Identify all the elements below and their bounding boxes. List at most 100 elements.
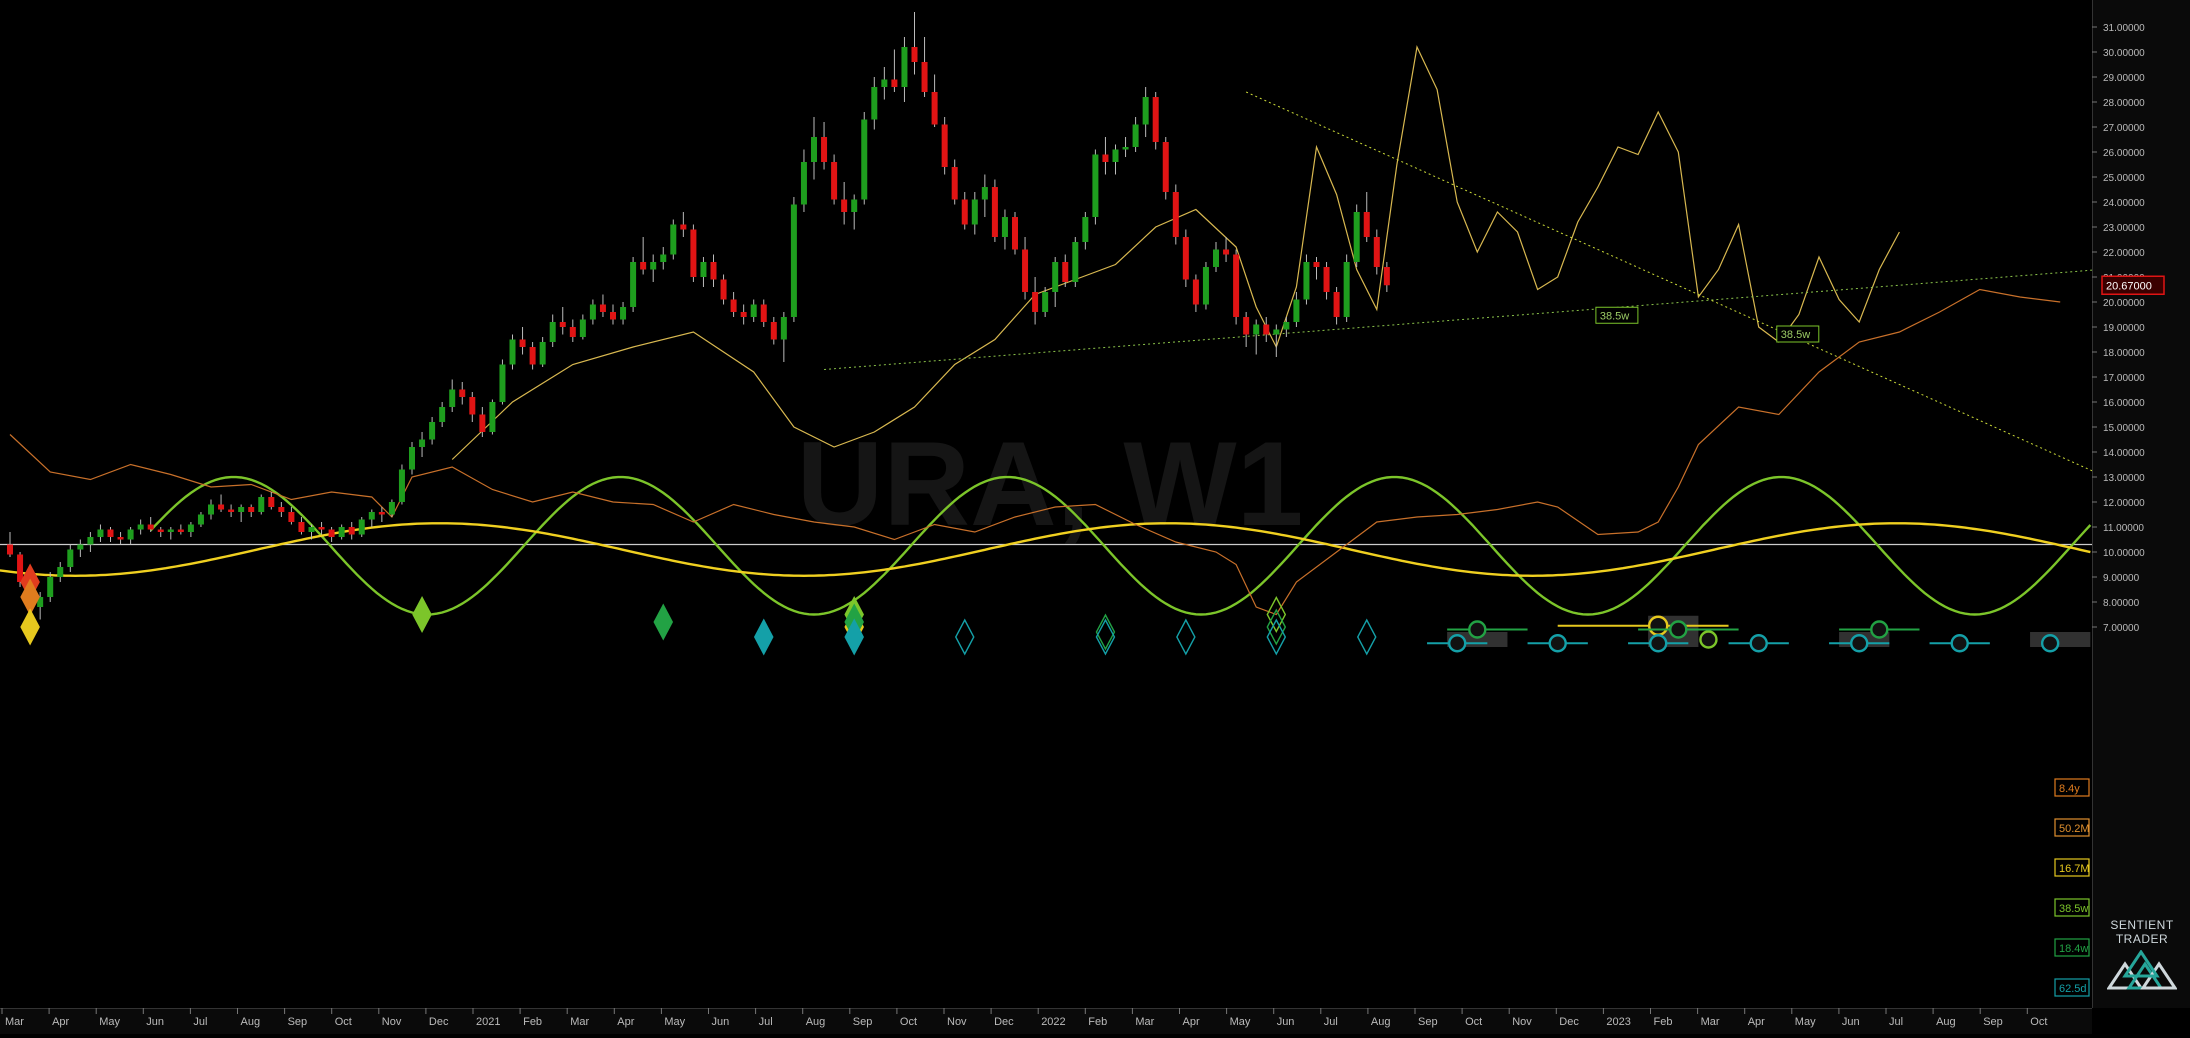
trough-marker	[1548, 634, 1567, 653]
candle-body	[1052, 262, 1059, 292]
candle-body	[298, 522, 305, 532]
candle-body	[610, 312, 616, 320]
logo-mark-icon	[2106, 949, 2178, 990]
cycle-trough-diamond	[20, 608, 40, 646]
candle-body	[700, 262, 707, 277]
candle-body	[1373, 237, 1380, 267]
candle-body	[901, 47, 908, 87]
candle-body	[1313, 262, 1320, 267]
candle-body	[1363, 212, 1370, 237]
candle-body	[1132, 124, 1139, 147]
candle-body	[811, 137, 817, 162]
candle-body	[97, 529, 104, 537]
candle-body	[47, 577, 54, 597]
candle-body	[1172, 192, 1179, 237]
candle-body	[268, 497, 275, 507]
cycle-trough-diamond	[1176, 618, 1196, 656]
cycle-trough-diamond	[753, 618, 774, 656]
trendline-0	[824, 269, 2101, 370]
trough-marker	[1950, 634, 1969, 653]
candle-body	[147, 524, 154, 530]
candle-body	[459, 389, 466, 397]
candle-body	[409, 447, 415, 470]
candle-body	[991, 187, 998, 237]
candle-body	[660, 254, 667, 262]
candle-body	[7, 544, 13, 555]
candle-body	[670, 224, 677, 255]
candle-body	[177, 529, 184, 532]
candle-body	[1001, 217, 1008, 237]
time-axis[interactable]	[0, 1008, 2092, 1034]
candle-body	[1343, 262, 1350, 317]
candle-body	[218, 504, 225, 510]
candle-body	[238, 507, 245, 512]
candle-body	[17, 554, 24, 582]
candle-body	[831, 162, 838, 200]
candle-body	[348, 527, 355, 535]
price-axis[interactable]	[2092, 0, 2190, 1008]
trough-marker	[1849, 634, 1869, 653]
candle-body	[770, 322, 777, 340]
candle-body	[1192, 279, 1199, 305]
candle-body	[1042, 292, 1049, 312]
trough-marker	[1648, 634, 1668, 653]
candle-body	[780, 317, 787, 340]
trough-marker	[1468, 620, 1487, 639]
candle-body	[650, 262, 657, 270]
candle-body	[1243, 317, 1250, 335]
candle-body	[208, 504, 214, 515]
cycle-trough-diamond	[412, 596, 432, 633]
candle-body	[589, 304, 596, 320]
candle-body	[1333, 292, 1340, 317]
candle-body	[439, 407, 446, 422]
price-chart[interactable]: URA, W1 38.5w 38.5w	[0, 0, 2190, 1033]
candle-body	[1162, 142, 1169, 192]
candle-body	[1213, 249, 1219, 267]
candle-body	[1273, 329, 1280, 335]
candle-body	[197, 514, 204, 525]
cycle-trough-diamond	[954, 618, 975, 656]
candle-body	[881, 79, 888, 87]
candle-body	[1022, 249, 1029, 292]
trough-marker	[1447, 634, 1467, 653]
candle-body	[328, 529, 335, 537]
candle-body	[740, 312, 747, 317]
candle-body	[479, 414, 486, 432]
candle-body	[1223, 249, 1230, 255]
candle-body	[127, 529, 134, 540]
candle-body	[1072, 242, 1079, 282]
candle-body	[961, 199, 968, 225]
candle-body	[931, 92, 938, 125]
candle-body	[67, 549, 74, 567]
candle-body	[489, 402, 496, 432]
candle-body	[1182, 237, 1189, 280]
trough-marker	[1870, 620, 1889, 639]
candle-body	[800, 162, 807, 205]
candle-body	[971, 199, 978, 225]
trough-marker	[1669, 620, 1688, 639]
candle-body	[1383, 267, 1390, 286]
candle-body	[519, 339, 526, 347]
candle-body	[730, 299, 737, 312]
candle-body	[599, 304, 606, 312]
candle-body	[338, 527, 345, 537]
candle-body	[157, 529, 164, 532]
chart-area[interactable]: URA, W1 38.5w 38.5w	[0, 0, 2190, 1033]
candle-body	[419, 439, 426, 447]
candle-body	[579, 319, 586, 337]
trough-marker	[1647, 615, 1669, 636]
candle-body	[288, 512, 295, 522]
candle-body	[1142, 97, 1149, 125]
candle-body	[378, 512, 385, 515]
candle-body	[228, 509, 235, 512]
candle-body	[760, 304, 767, 322]
cycle-trough-diamond	[1266, 618, 1287, 656]
candle-body	[680, 224, 687, 230]
candle-body	[137, 524, 144, 530]
candle-body	[1293, 299, 1300, 322]
candle-body	[1263, 324, 1270, 335]
candle-body	[308, 527, 315, 532]
candle-body	[821, 137, 828, 162]
cycle-trough-diamond	[1356, 618, 1377, 656]
candle-body	[750, 304, 757, 317]
